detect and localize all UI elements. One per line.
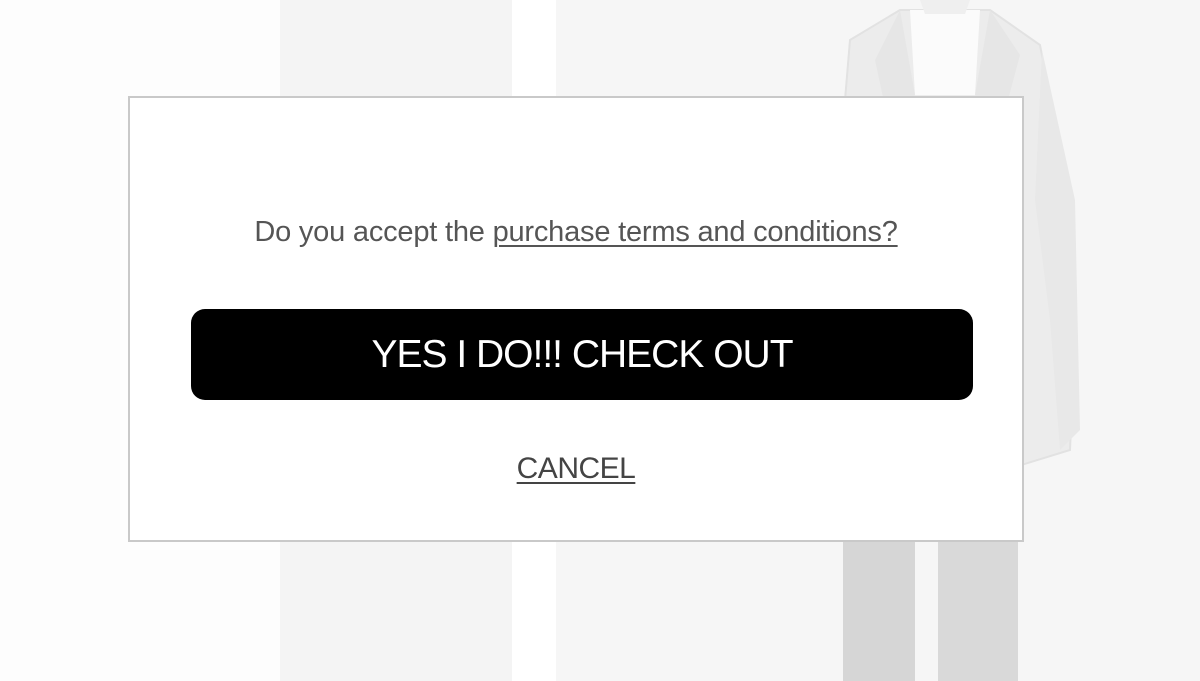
checkout-button[interactable]: YES I DO!!! CHECK OUT bbox=[191, 309, 973, 400]
cancel-row: CANCEL bbox=[130, 452, 1022, 486]
terms-prompt: Do you accept the purchase terms and con… bbox=[130, 216, 1022, 249]
prompt-text: Do you accept the bbox=[254, 216, 493, 248]
terms-link[interactable]: purchase terms and conditions? bbox=[493, 216, 898, 248]
checkout-confirm-dialog: Do you accept the purchase terms and con… bbox=[128, 96, 1024, 542]
page: Do you accept the purchase terms and con… bbox=[0, 0, 1200, 681]
cancel-link[interactable]: CANCEL bbox=[517, 452, 636, 485]
